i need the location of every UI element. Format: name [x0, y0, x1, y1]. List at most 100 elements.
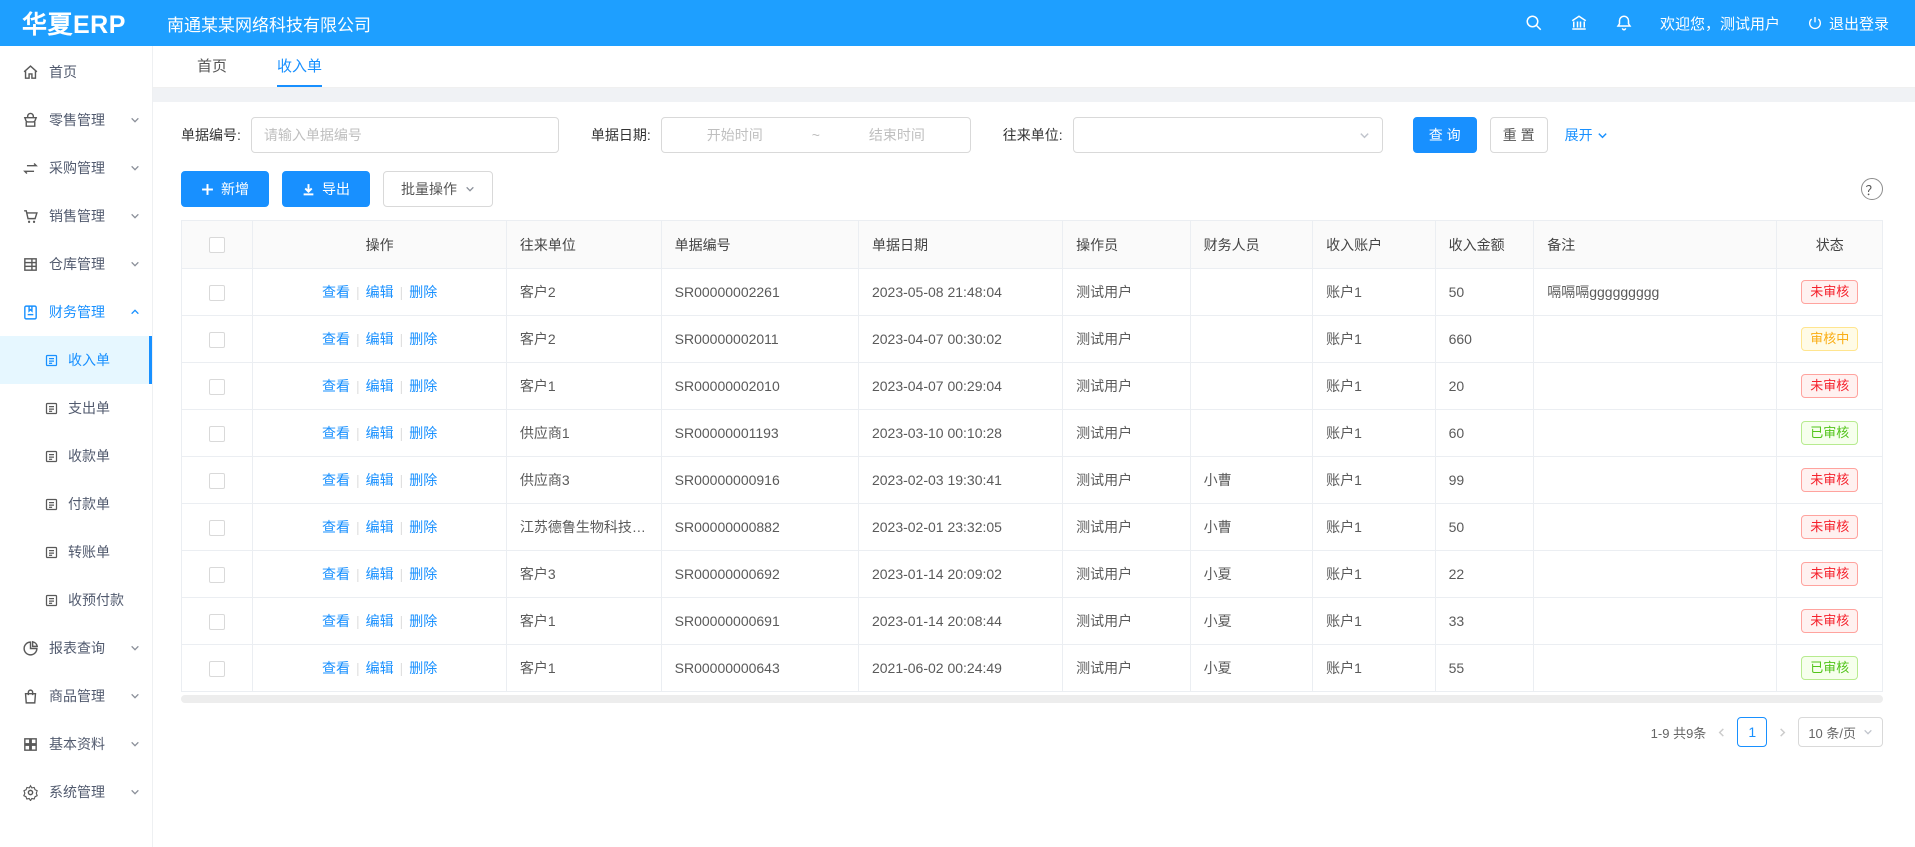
edit-link[interactable]: 编辑 [366, 519, 394, 535]
sidebar-item-payment-bill[interactable]: 付款单 [0, 480, 152, 528]
sidebar-item-prepaid-bill[interactable]: 收预付款 [0, 576, 152, 624]
row-checkbox[interactable] [209, 473, 225, 489]
sidebar-item-reports[interactable]: 报表查询 [0, 624, 152, 672]
edit-link[interactable]: 编辑 [366, 566, 394, 582]
logout-button[interactable]: 退出登录 [1807, 13, 1889, 34]
app-logo: 华夏ERP [0, 5, 153, 41]
select-all-checkbox[interactable] [209, 237, 225, 253]
view-link[interactable]: 查看 [322, 660, 350, 676]
batch-operation-button[interactable]: 批量操作 [383, 171, 493, 207]
account-cell: 账户1 [1313, 410, 1435, 457]
table-row[interactable]: 查看|编辑|删除 客户2 SR00000002261 2023-05-08 21… [182, 269, 1883, 316]
finance-staff-cell: 小夏 [1190, 598, 1312, 645]
sidebar-item-purchase[interactable]: 采购管理 [0, 144, 152, 192]
table-row[interactable]: 查看|编辑|删除 客户1 SR00000002010 2023-04-07 00… [182, 363, 1883, 410]
delete-link[interactable]: 删除 [409, 660, 437, 676]
sidebar-item-receipt-bill[interactable]: 收款单 [0, 432, 152, 480]
table-row[interactable]: 查看|编辑|删除 客户1 SR00000000643 2021-06-02 00… [182, 645, 1883, 692]
table-row[interactable]: 查看|编辑|删除 供应商1 SR00000001193 2023-03-10 0… [182, 410, 1883, 457]
sidebar-item-transfer-bill[interactable]: 转账单 [0, 528, 152, 576]
page-size-label: 10 条/页 [1808, 723, 1856, 742]
edit-link[interactable]: 编辑 [366, 660, 394, 676]
table-row[interactable]: 查看|编辑|删除 客户3 SR00000000692 2023-01-14 20… [182, 551, 1883, 598]
delete-link[interactable]: 删除 [409, 472, 437, 488]
tab-income-bill[interactable]: 收入单 [277, 46, 322, 87]
tab-home[interactable]: 首页 [197, 46, 227, 87]
delete-link[interactable]: 删除 [409, 519, 437, 535]
sidebar-item-system[interactable]: 系统管理 [0, 768, 152, 816]
edit-link[interactable]: 编辑 [366, 378, 394, 394]
sidebar-item-expense-bill[interactable]: 支出单 [0, 384, 152, 432]
view-link[interactable]: 查看 [322, 472, 350, 488]
status-cell: 已审核 [1777, 410, 1883, 457]
delete-link[interactable]: 删除 [409, 284, 437, 300]
search-button[interactable]: 查 询 [1413, 117, 1477, 153]
table-row[interactable]: 查看|编辑|删除 客户2 SR00000002011 2023-04-07 00… [182, 316, 1883, 363]
bill-no-cell: SR00000000882 [661, 504, 858, 551]
row-actions-cell: 查看|编辑|删除 [253, 410, 506, 457]
view-link[interactable]: 查看 [322, 566, 350, 582]
bill-no-input[interactable] [251, 117, 559, 153]
sidebar-item-income-bill[interactable]: 收入单 [0, 336, 152, 384]
edit-link[interactable]: 编辑 [366, 425, 394, 441]
table-row[interactable]: 查看|编辑|删除 客户1 SR00000000691 2023-01-14 20… [182, 598, 1883, 645]
row-checkbox[interactable] [209, 567, 225, 583]
view-link[interactable]: 查看 [322, 331, 350, 347]
expand-link[interactable]: 展开 [1565, 125, 1608, 145]
reset-button[interactable]: 重 置 [1490, 117, 1548, 153]
bell-icon[interactable] [1615, 14, 1633, 32]
view-link[interactable]: 查看 [322, 378, 350, 394]
doc-icon [44, 449, 59, 464]
horizontal-scrollbar[interactable] [181, 695, 1883, 703]
edit-link[interactable]: 编辑 [366, 284, 394, 300]
sidebar-item-home[interactable]: 首页 [0, 48, 152, 96]
page-size-select[interactable]: 10 条/页 [1798, 717, 1883, 747]
operator-cell: 测试用户 [1063, 457, 1191, 504]
chevron-down-icon [130, 691, 140, 701]
delete-link[interactable]: 删除 [409, 566, 437, 582]
sidebar-item-retail[interactable]: 零售管理 [0, 96, 152, 144]
export-button[interactable]: 导出 [282, 171, 370, 207]
edit-link[interactable]: 编辑 [366, 331, 394, 347]
sidebar-item-sales[interactable]: 销售管理 [0, 192, 152, 240]
table-row[interactable]: 查看|编辑|删除 江苏德鲁生物科技有限... SR00000000882 202… [182, 504, 1883, 551]
bank-icon[interactable] [1570, 14, 1588, 32]
row-checkbox[interactable] [209, 426, 225, 442]
row-checkbox[interactable] [209, 332, 225, 348]
view-link[interactable]: 查看 [322, 425, 350, 441]
view-link[interactable]: 查看 [322, 284, 350, 300]
delete-link[interactable]: 删除 [409, 378, 437, 394]
edit-link[interactable]: 编辑 [366, 472, 394, 488]
row-checkbox[interactable] [209, 614, 225, 630]
row-checkbox[interactable] [209, 285, 225, 301]
row-checkbox[interactable] [209, 661, 225, 677]
partner-label: 往来单位: [1003, 125, 1063, 145]
add-button[interactable]: 新增 [181, 171, 269, 207]
date-end-placeholder[interactable]: 结束时间 [824, 125, 970, 145]
next-page-icon[interactable] [1777, 727, 1788, 738]
sidebar-item-warehouse[interactable]: 仓库管理 [0, 240, 152, 288]
view-link[interactable]: 查看 [322, 519, 350, 535]
help-icon[interactable]: ？ [1861, 178, 1883, 200]
page-number-button[interactable]: 1 [1737, 717, 1767, 747]
sidebar-item-label: 转账单 [68, 542, 110, 562]
prev-page-icon[interactable] [1716, 727, 1727, 738]
sidebar-item-basic-data[interactable]: 基本资料 [0, 720, 152, 768]
delete-link[interactable]: 删除 [409, 613, 437, 629]
sidebar-item-finance[interactable]: 财务管理 [0, 288, 152, 336]
view-link[interactable]: 查看 [322, 613, 350, 629]
delete-link[interactable]: 删除 [409, 331, 437, 347]
table-row[interactable]: 查看|编辑|删除 供应商3 SR00000000916 2023-02-03 1… [182, 457, 1883, 504]
date-range-picker[interactable]: 开始时间 ~ 结束时间 [661, 117, 971, 153]
status-badge: 未审核 [1801, 374, 1858, 398]
row-checkbox[interactable] [209, 520, 225, 536]
row-checkbox[interactable] [209, 379, 225, 395]
status-badge: 已审核 [1801, 656, 1858, 680]
chevron-down-icon [130, 115, 140, 125]
date-start-placeholder[interactable]: 开始时间 [662, 125, 808, 145]
edit-link[interactable]: 编辑 [366, 613, 394, 629]
partner-select[interactable] [1073, 117, 1383, 153]
search-icon[interactable] [1525, 14, 1543, 32]
delete-link[interactable]: 删除 [409, 425, 437, 441]
sidebar-item-goods[interactable]: 商品管理 [0, 672, 152, 720]
